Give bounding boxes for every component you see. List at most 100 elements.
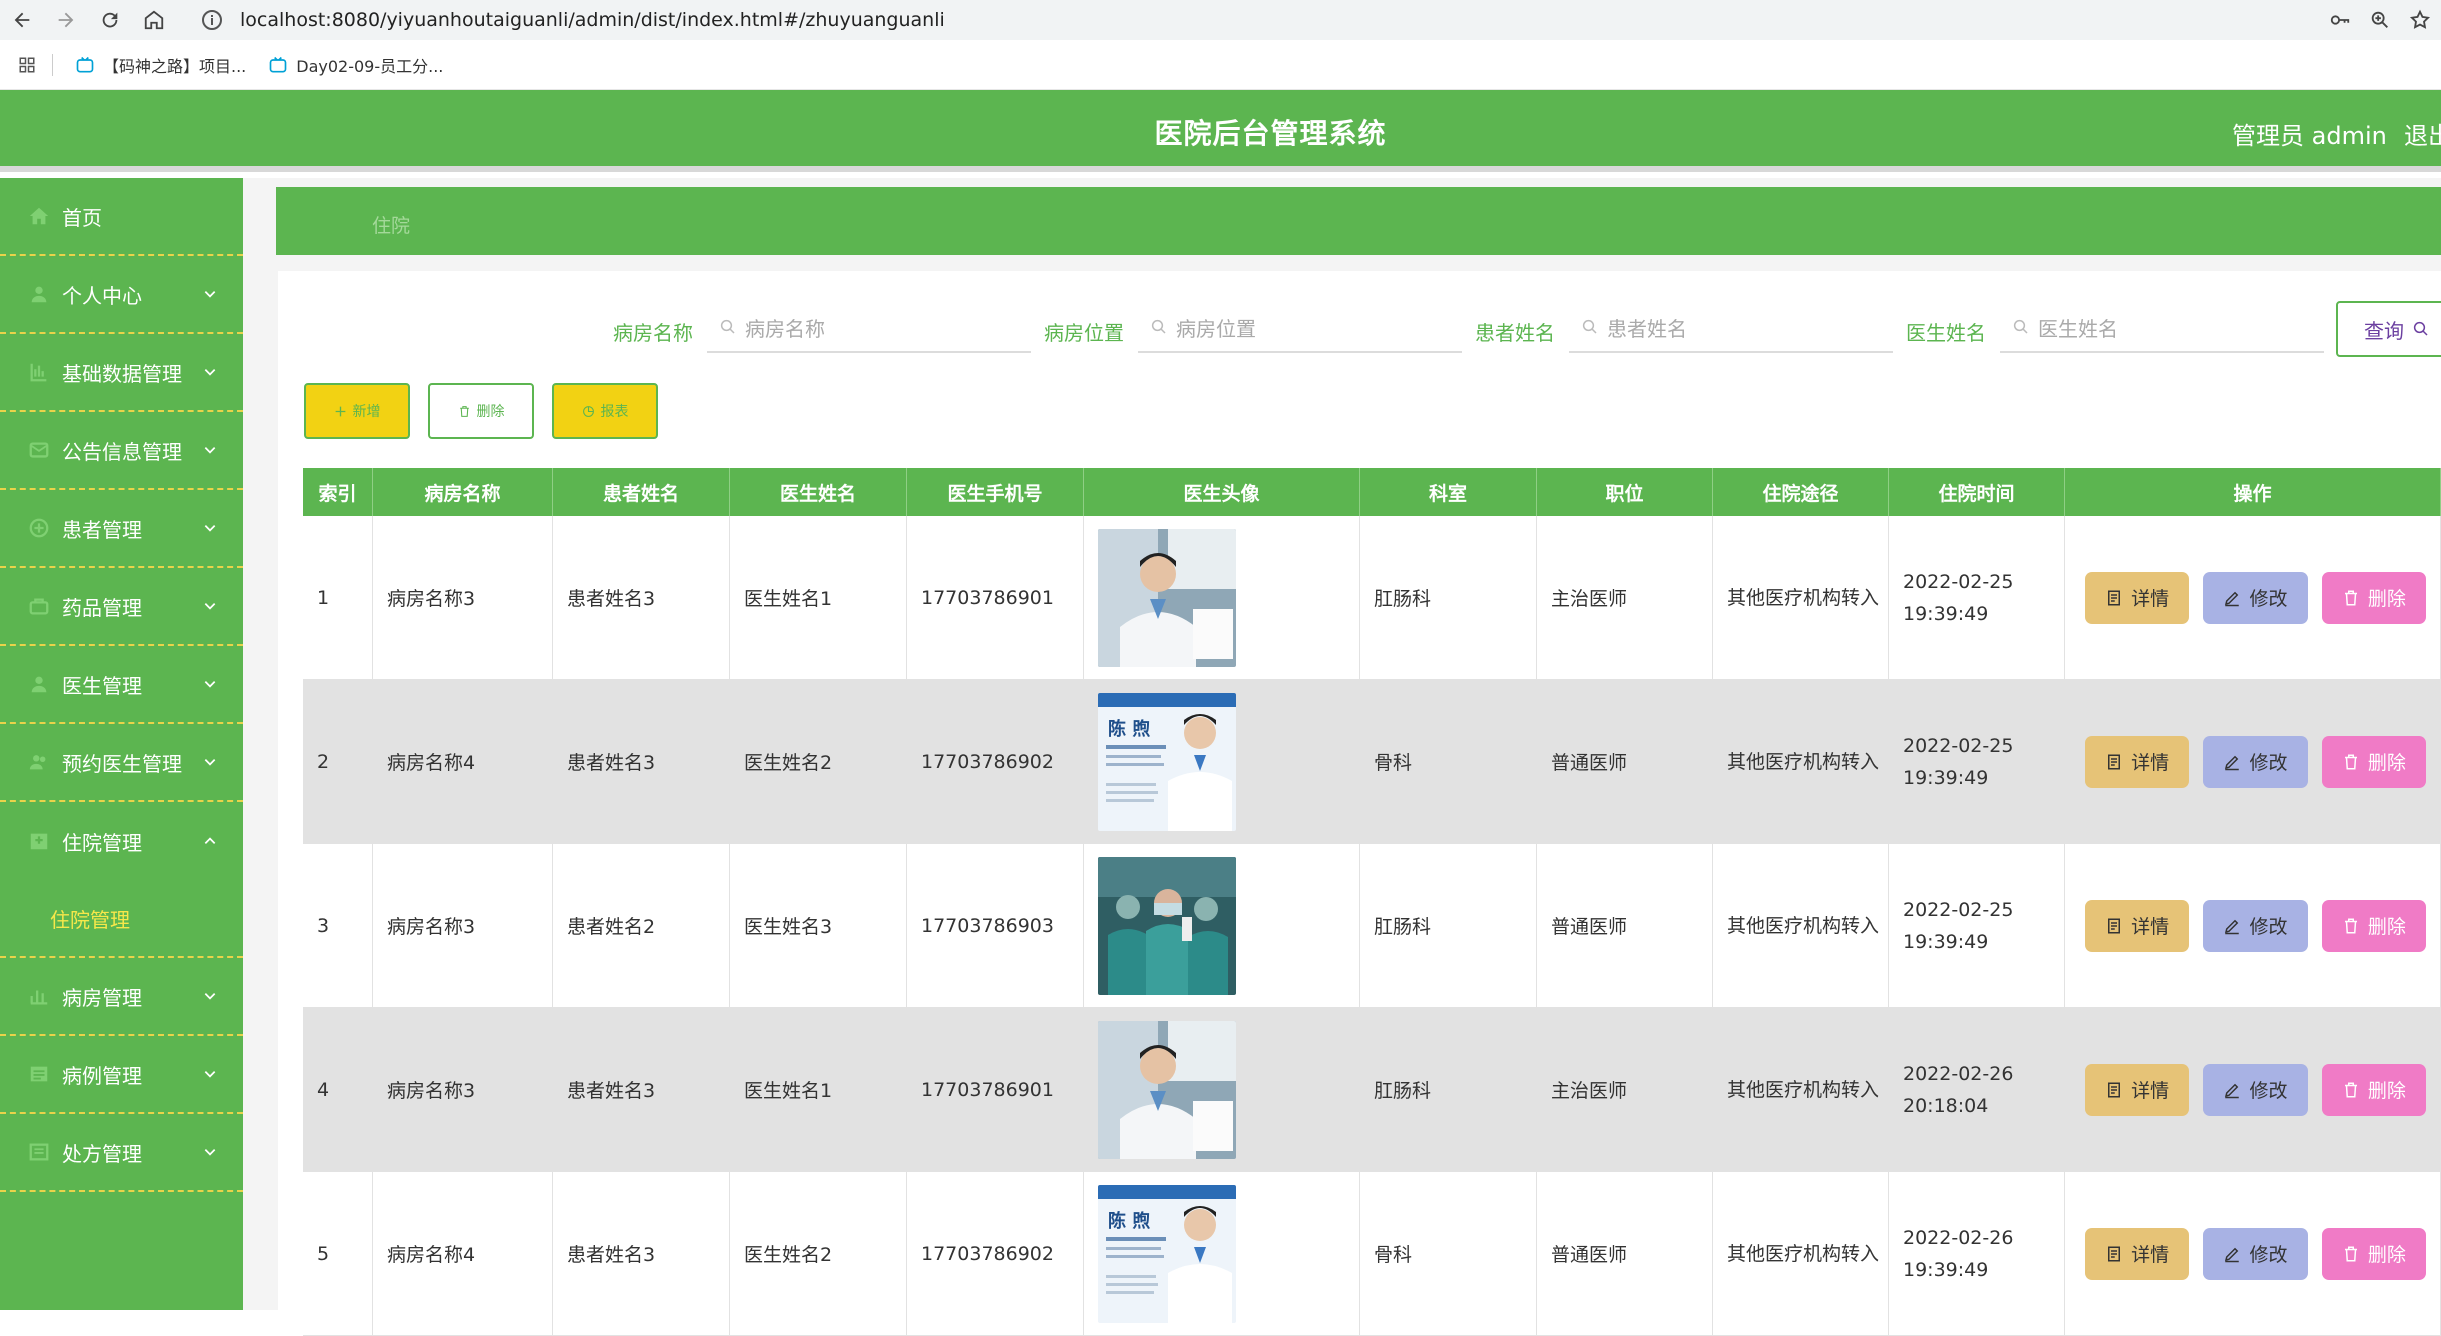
delete-row-button[interactable]: 删除 (2321, 1063, 2426, 1116)
doctor-avatar-image[interactable] (1098, 528, 1236, 667)
prescription-icon (29, 1143, 49, 1161)
sidebar-item-hospitalization[interactable]: 住院管理 (0, 802, 243, 880)
info-icon[interactable] (200, 8, 224, 32)
search-input-doctor-name[interactable]: 医生姓名 (2000, 303, 2324, 353)
logout-button[interactable]: 退出 (2404, 116, 2441, 151)
column-header: 医生头像 (1084, 468, 1360, 516)
address-bar[interactable]: localhost:8080/yiyuanhoutaiguanli/admin/… (186, 5, 2341, 35)
cell-doctor-avatar: 陈 煦 (1084, 1172, 1360, 1335)
cell-ward-name: 病房名称4 (373, 1172, 553, 1335)
chevron-down-icon (204, 291, 216, 298)
cell-admission-route: 其他医疗机构转入 (1713, 1008, 1889, 1171)
forward-icon[interactable] (44, 0, 88, 40)
sidebar-item-ward[interactable]: 病房管理 (0, 958, 243, 1036)
add-button[interactable]: 新增 (304, 383, 410, 439)
svg-text:陈 煦: 陈 煦 (1108, 1210, 1150, 1232)
sidebar-item-prescription[interactable]: 处方管理 (0, 1114, 243, 1192)
chevron-down-icon (204, 447, 216, 454)
cell-position: 主治医师 (1537, 516, 1713, 679)
search-input-ward-location[interactable]: 病房位置 (1138, 303, 1462, 353)
sidebar-item-label: 处方管理 (62, 1141, 142, 1166)
column-header: 操作 (2065, 468, 2441, 516)
zoom-icon[interactable] (2369, 9, 2391, 31)
search-placeholder[interactable]: 病房名称 (745, 313, 825, 342)
sidebar-item-patient[interactable]: 患者管理 (0, 490, 243, 568)
search-placeholder[interactable]: 患者姓名 (1607, 313, 1687, 342)
doctor-avatar-image[interactable]: 陈 煦 (1098, 692, 1236, 831)
edit-button[interactable]: 修改 (2203, 571, 2308, 624)
home-browser-icon[interactable] (132, 0, 176, 40)
cell-doctor-name: 医生姓名2 (730, 1172, 907, 1335)
pencil-icon (2225, 1247, 2240, 1262)
detail-button[interactable]: 详情 (2085, 571, 2190, 624)
back-icon[interactable] (0, 0, 44, 40)
sidebar-item-medicine[interactable]: 药品管理 (0, 568, 243, 646)
trash-icon (2344, 1082, 2357, 1097)
query-button[interactable]: 查询 (2336, 301, 2441, 357)
sidebar-item-basic-data[interactable]: 基础数据管理 (0, 334, 243, 412)
cell-doctor-avatar (1084, 844, 1360, 1007)
edit-button[interactable]: 修改 (2203, 899, 2308, 952)
breadcrumb[interactable]: 住院 (372, 211, 410, 238)
table-row: 5 病房名称4 患者姓名3 医生姓名2 17703786902 陈 煦 骨科 普通医师 其他医疗… (303, 1172, 2441, 1336)
edit-button[interactable]: 修改 (2203, 735, 2308, 788)
delete-row-button[interactable]: 删除 (2321, 1227, 2426, 1280)
table-body: 1 病房名称3 患者姓名3 医生姓名1 17703786901 肛肠科 主治医师 其他医疗机构… (303, 516, 2441, 1336)
doctor-avatar-image[interactable] (1098, 1020, 1236, 1159)
case-icon (30, 1066, 48, 1082)
delete-row-button[interactable]: 删除 (2321, 735, 2426, 788)
search-input-patient-name[interactable]: 患者姓名 (1569, 303, 1893, 353)
ward-icon (30, 990, 48, 1005)
sidebar-item-appointment[interactable]: 预约医生管理 (0, 724, 243, 802)
column-header: 科室 (1360, 468, 1537, 516)
detail-button[interactable]: 详情 (2085, 1063, 2190, 1116)
sidebar-item-label: 病房管理 (62, 985, 142, 1010)
key-icon[interactable] (2329, 9, 2351, 31)
delete-row-button[interactable]: 删除 (2321, 571, 2426, 624)
cell-department: 肛肠科 (1360, 844, 1537, 1007)
url-text[interactable]: localhost:8080/yiyuanhoutaiguanli/admin/… (240, 9, 945, 31)
edit-button[interactable]: 修改 (2203, 1063, 2308, 1116)
search-input-ward-name[interactable]: 病房名称 (707, 303, 1031, 353)
cell-doctor-name: 医生姓名1 (730, 516, 907, 679)
apps-grid-icon[interactable] (18, 56, 36, 74)
bookmark-label[interactable]: 【码神之路】项目... (103, 53, 246, 77)
bilibili-icon (269, 56, 287, 72)
sidebar-subitem-hospitalization[interactable]: 住院管理 (0, 880, 243, 958)
cell-doctor-name: 医生姓名2 (730, 680, 907, 843)
document-icon (2108, 590, 2121, 605)
table-row: 4 病房名称3 患者姓名3 医生姓名1 17703786901 肛肠科 主治医师 其他医疗机构… (303, 1008, 2441, 1172)
admin-label: 管理员 admin (2232, 122, 2387, 150)
chevron-down-icon (204, 993, 216, 1000)
sidebar-item-personal-center[interactable]: 个人中心 (0, 256, 243, 334)
doctor-avatar-image[interactable]: 陈 煦 (1098, 1184, 1236, 1323)
reload-icon[interactable] (88, 0, 132, 40)
cell-admission-route: 其他医疗机构转入 (1713, 1172, 1889, 1335)
chevron-down-icon (204, 525, 216, 532)
column-header: 住院时间 (1889, 468, 2065, 516)
bookmark-item[interactable]: 【码神之路】项目... (75, 53, 246, 77)
sidebar-item-doctor[interactable]: 医生管理 (0, 646, 243, 724)
edit-button[interactable]: 修改 (2203, 1227, 2308, 1280)
bookmark-item[interactable]: Day02-09-员工分... (268, 53, 443, 77)
detail-button[interactable]: 详情 (2085, 899, 2190, 952)
sidebar-item-home[interactable]: 首页 (0, 178, 243, 256)
star-icon[interactable] (2409, 9, 2431, 31)
batch-delete-button[interactable]: 删除 (428, 383, 534, 439)
search-placeholder[interactable]: 医生姓名 (2038, 313, 2118, 342)
delete-row-button[interactable]: 删除 (2321, 899, 2426, 952)
cell-patient-name: 患者姓名3 (553, 680, 730, 843)
doctor-avatar-image[interactable] (1098, 856, 1236, 995)
bookmarks-bar: 【码神之路】项目... Day02-09-员工分... (0, 40, 2441, 90)
sidebar-item-notice[interactable]: 公告信息管理 (0, 412, 243, 490)
detail-button[interactable]: 详情 (2085, 735, 2190, 788)
cell-doctor-phone: 17703786901 (907, 516, 1084, 679)
search-placeholder[interactable]: 病房位置 (1176, 313, 1256, 342)
sidebar-item-case[interactable]: 病例管理 (0, 1036, 243, 1114)
bookmark-label[interactable]: Day02-09-员工分... (296, 53, 443, 77)
cell-patient-name: 患者姓名2 (553, 844, 730, 1007)
report-button[interactable]: 报表 (552, 383, 658, 439)
detail-button[interactable]: 详情 (2085, 1227, 2190, 1280)
cell-doctor-avatar (1084, 516, 1360, 679)
pencil-icon (2225, 1083, 2240, 1098)
